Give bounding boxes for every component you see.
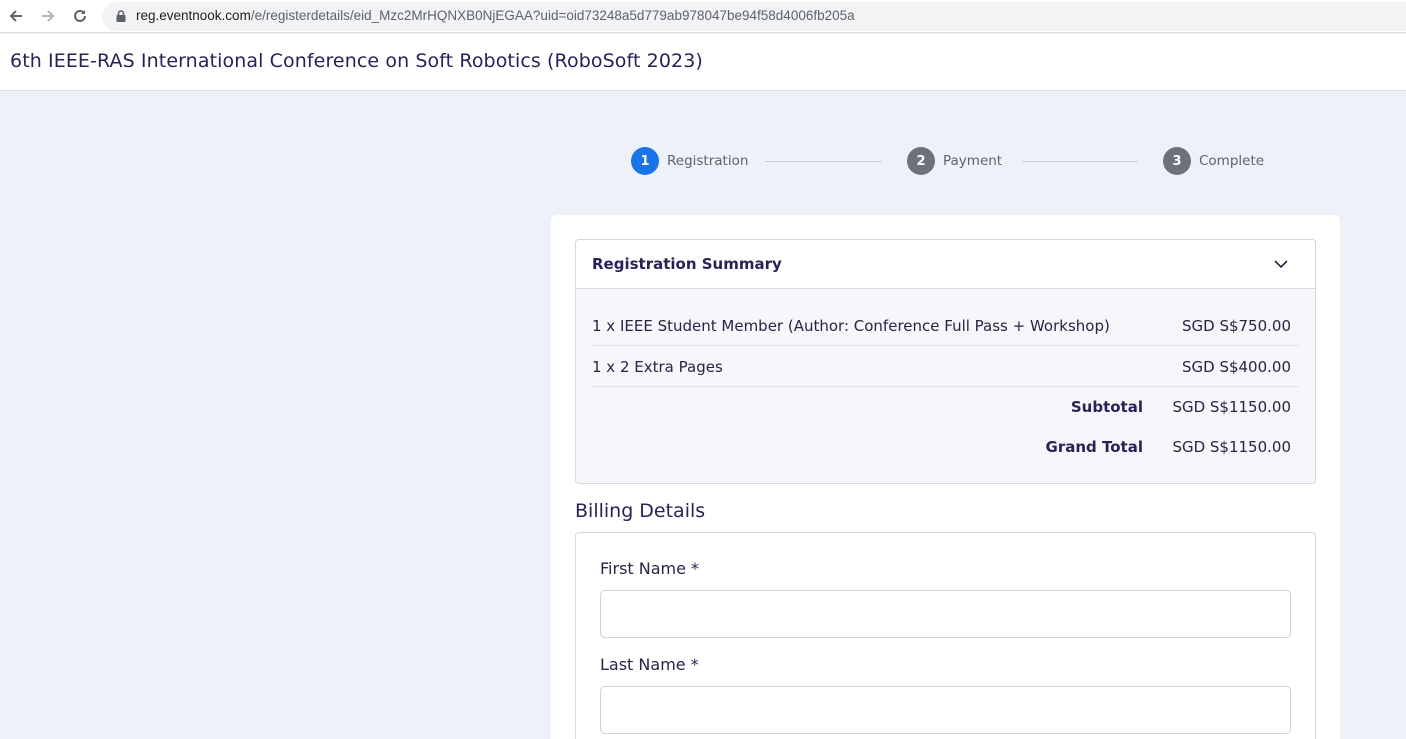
- item-description: 1 x 2 Extra Pages: [592, 358, 723, 376]
- step-registration: 1 Registration: [631, 147, 748, 175]
- item-amount: SGD S$400.00: [1181, 358, 1291, 376]
- summary-line-item: 1 x 2 Extra Pages SGD S$400.00: [592, 346, 1299, 387]
- last-name-field[interactable]: [600, 686, 1291, 734]
- step-connector: [1022, 161, 1138, 162]
- page-title: 6th IEEE-RAS International Conference on…: [10, 50, 703, 72]
- subtotal-amount: SGD S$1150.00: [1172, 398, 1291, 416]
- url-path: /e/registerdetails/eid_Mzc2MrHQNXB0NjEGA…: [250, 8, 855, 23]
- back-button[interactable]: [6, 6, 26, 26]
- billing-details-heading: Billing Details: [575, 500, 706, 522]
- chevron-down-icon: [1274, 260, 1288, 269]
- reload-icon: [74, 9, 86, 22]
- summary-header-toggle[interactable]: Registration Summary: [576, 240, 1315, 289]
- item-description: 1 x IEEE Student Member (Author: Confere…: [592, 317, 1110, 335]
- site-header: 6th IEEE-RAS International Conference on…: [0, 34, 1406, 91]
- summary-body: 1 x IEEE Student Member (Author: Confere…: [576, 289, 1315, 483]
- arrow-right-icon: [42, 10, 55, 22]
- address-bar[interactable]: reg.eventnook.com/e/registerdetails/eid_…: [102, 2, 1406, 31]
- step-label: Registration: [667, 153, 749, 169]
- step-connector: [765, 161, 882, 162]
- summary-line-item: 1 x IEEE Student Member (Author: Confere…: [592, 305, 1299, 346]
- step-number: 3: [1163, 147, 1191, 175]
- url-text: reg.eventnook.com/e/registerdetails/eid_…: [136, 8, 855, 23]
- url-domain: reg.eventnook.com: [136, 8, 251, 23]
- step-payment: 2 Payment: [907, 147, 1002, 175]
- item-amount: SGD S$750.00: [1181, 317, 1291, 335]
- step-complete: 3 Complete: [1163, 147, 1264, 175]
- step-label: Payment: [943, 153, 1003, 169]
- arrow-left-icon: [9, 10, 22, 22]
- first-name-label: First Name *: [600, 559, 700, 578]
- first-name-field[interactable]: [600, 590, 1291, 638]
- progress-stepper: 1 Registration 2 Payment 3 Complete: [630, 147, 1330, 175]
- reload-button[interactable]: [70, 6, 90, 26]
- registration-card: Registration Summary 1 x IEEE Student Me…: [551, 215, 1340, 739]
- subtotal-row: Subtotal SGD S$1150.00: [592, 398, 1299, 428]
- browser-toolbar: reg.eventnook.com/e/registerdetails/eid_…: [0, 0, 1406, 33]
- summary-title: Registration Summary: [592, 255, 782, 273]
- grand-total-label: Grand Total: [1045, 438, 1143, 456]
- step-number: 1: [631, 147, 659, 175]
- last-name-label: Last Name *: [600, 655, 699, 674]
- grand-total-amount: SGD S$1150.00: [1172, 438, 1291, 456]
- registration-summary: Registration Summary 1 x IEEE Student Me…: [575, 239, 1316, 484]
- step-number: 2: [907, 147, 935, 175]
- subtotal-label: Subtotal: [1070, 398, 1143, 416]
- billing-form: First Name * Last Name *: [575, 532, 1316, 739]
- forward-button[interactable]: [38, 6, 58, 26]
- lock-icon: [116, 10, 126, 22]
- step-label: Complete: [1199, 153, 1265, 169]
- grand-total-row: Grand Total SGD S$1150.00: [592, 438, 1299, 468]
